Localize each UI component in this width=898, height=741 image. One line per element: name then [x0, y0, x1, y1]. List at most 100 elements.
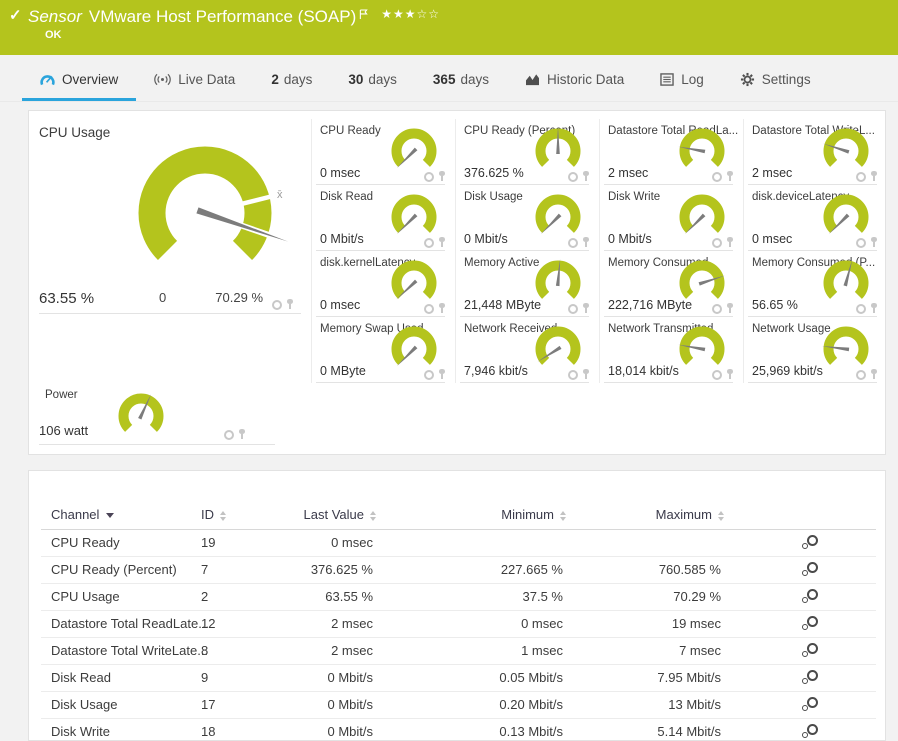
- tab-label: Log: [681, 72, 704, 87]
- gear-icon[interactable]: [856, 238, 866, 248]
- edit-channel-gears-icon[interactable]: [800, 532, 818, 553]
- tab-bar: OverviewLive Data2days30days365daysHisto…: [0, 61, 898, 102]
- pin-icon[interactable]: [582, 171, 589, 182]
- edit-channel-gears-icon[interactable]: [800, 667, 818, 688]
- gear-icon[interactable]: [856, 370, 866, 380]
- column-header-id[interactable]: ID: [201, 501, 226, 529]
- pin-icon[interactable]: [726, 237, 733, 248]
- tab-live-data[interactable]: Live Data: [136, 61, 253, 101]
- pin-icon[interactable]: [582, 237, 589, 248]
- cell-maximum: 70.29 %: [673, 583, 721, 610]
- edit-channel-gears-icon[interactable]: [800, 586, 818, 607]
- gear-icon[interactable]: [224, 430, 234, 440]
- column-header-channel[interactable]: Channel: [51, 501, 114, 529]
- gear-icon[interactable]: [424, 370, 434, 380]
- gauge-dial: [530, 122, 586, 178]
- tab-log[interactable]: Log: [642, 61, 722, 101]
- edit-channel-gears-icon[interactable]: [800, 559, 818, 580]
- pin-icon[interactable]: [438, 369, 445, 380]
- gear-icon[interactable]: [856, 172, 866, 182]
- gear-icon[interactable]: [272, 300, 282, 310]
- table-row-cpu-usage[interactable]: CPU Usage263.55 %37.5 %70.29 %: [41, 583, 876, 611]
- gear-icon[interactable]: [424, 238, 434, 248]
- gauge-icon: [40, 73, 55, 86]
- pin-icon[interactable]: [238, 429, 245, 440]
- cell-minimum: 0.20 Mbit/s: [499, 691, 563, 718]
- gauge-tile-cpu-ready-percent: CPU Ready (Percent)376.625 %: [455, 119, 599, 185]
- gauge-dial: [386, 254, 442, 310]
- gauge-dial: [530, 188, 586, 244]
- pin-icon[interactable]: [870, 303, 877, 314]
- pin-icon[interactable]: [726, 171, 733, 182]
- gauge-value: 25,969 kbit/s: [752, 364, 823, 378]
- pin-icon[interactable]: [582, 303, 589, 314]
- gauge-tile-memory-swap-used: Memory Swap Used0 MByte: [311, 317, 455, 383]
- tab-historic-data[interactable]: Historic Data: [507, 61, 642, 101]
- column-header-maximum[interactable]: Maximum: [656, 501, 724, 529]
- tile-actions: [424, 171, 445, 182]
- gear-icon[interactable]: [568, 370, 578, 380]
- gear-icon[interactable]: [712, 172, 722, 182]
- gear-icon[interactable]: [712, 304, 722, 314]
- gear-icon[interactable]: [856, 304, 866, 314]
- gauge-title: Power: [45, 389, 78, 401]
- tile-actions: [568, 303, 589, 314]
- column-header-minimum[interactable]: Minimum: [501, 501, 566, 529]
- gear-icon[interactable]: [424, 172, 434, 182]
- edit-channel-gears-icon[interactable]: [800, 640, 818, 661]
- table-row-cpu-ready[interactable]: CPU Ready190 msec: [41, 529, 876, 557]
- edit-channel-gears-icon[interactable]: [800, 613, 818, 634]
- tab-365-days[interactable]: 365days: [415, 61, 507, 101]
- gauge-dial: [386, 188, 442, 244]
- divider: [39, 313, 301, 314]
- pin-icon[interactable]: [438, 303, 445, 314]
- gear-icon[interactable]: [568, 172, 578, 182]
- gear-icon[interactable]: [712, 238, 722, 248]
- gear-icon[interactable]: [568, 304, 578, 314]
- gauge-dial: x̄: [105, 125, 305, 295]
- pin-icon[interactable]: [438, 237, 445, 248]
- tab-2-days[interactable]: 2days: [253, 61, 330, 101]
- gauge-value: 0 msec: [320, 298, 360, 312]
- pin-icon[interactable]: [582, 369, 589, 380]
- gear-icon[interactable]: [568, 238, 578, 248]
- pin-icon[interactable]: [726, 369, 733, 380]
- gear-icon[interactable]: [424, 304, 434, 314]
- table-row-disk-usage[interactable]: Disk Usage170 Mbit/s0.20 Mbit/s13 Mbit/s: [41, 691, 876, 719]
- gauge-dial: [113, 387, 169, 443]
- sensor-title: VMware Host Performance (SOAP): [89, 3, 356, 30]
- sensor-title-line: Sensor VMware Host Performance (SOAP) ★★…: [28, 3, 440, 30]
- cell-channel: Disk Write: [51, 718, 110, 741]
- gear-icon[interactable]: [712, 370, 722, 380]
- pin-icon[interactable]: [286, 299, 293, 310]
- cell-channel: Disk Usage: [51, 691, 117, 718]
- table-row-datastore-total-writelate[interactable]: Datastore Total WriteLate...82 msec1 mse…: [41, 637, 876, 665]
- table-row-disk-read[interactable]: Disk Read90 Mbit/s0.05 Mbit/s7.95 Mbit/s: [41, 664, 876, 692]
- table-row-disk-write[interactable]: Disk Write180 Mbit/s0.13 Mbit/s5.14 Mbit…: [41, 718, 876, 741]
- priority-stars[interactable]: ★★★☆☆: [381, 7, 440, 21]
- cell-channel: CPU Ready (Percent): [51, 556, 177, 583]
- gauge-value: 0 Mbit/s: [608, 232, 652, 246]
- gauge-title: Disk Usage: [464, 191, 523, 203]
- pin-icon[interactable]: [726, 303, 733, 314]
- gauge-value: 2 msec: [752, 166, 792, 180]
- cell-last-value: 376.625 %: [311, 556, 373, 583]
- tab-settings[interactable]: Settings: [722, 61, 829, 101]
- cell-channel: Datastore Total ReadLate...: [51, 610, 209, 637]
- pin-icon[interactable]: [870, 237, 877, 248]
- pin-icon[interactable]: [870, 171, 877, 182]
- tab-label: days: [368, 72, 397, 87]
- pin-icon[interactable]: [438, 171, 445, 182]
- tab-overview[interactable]: Overview: [22, 61, 136, 101]
- edit-channel-gears-icon[interactable]: [800, 721, 818, 741]
- gauge-scale-max: 70.29 %: [215, 290, 263, 305]
- cell-id: 18: [201, 718, 215, 741]
- column-header-last-value[interactable]: Last Value: [304, 501, 376, 529]
- table-row-datastore-total-readlate[interactable]: Datastore Total ReadLate...122 msec0 mse…: [41, 610, 876, 638]
- table-row-cpu-ready-percent[interactable]: CPU Ready (Percent)7376.625 %227.665 %76…: [41, 556, 876, 584]
- flag-icon[interactable]: [359, 7, 368, 25]
- edit-channel-gears-icon[interactable]: [800, 694, 818, 715]
- settings-gear-icon: [740, 72, 755, 87]
- pin-icon[interactable]: [870, 369, 877, 380]
- tab-30-days[interactable]: 30days: [330, 61, 415, 101]
